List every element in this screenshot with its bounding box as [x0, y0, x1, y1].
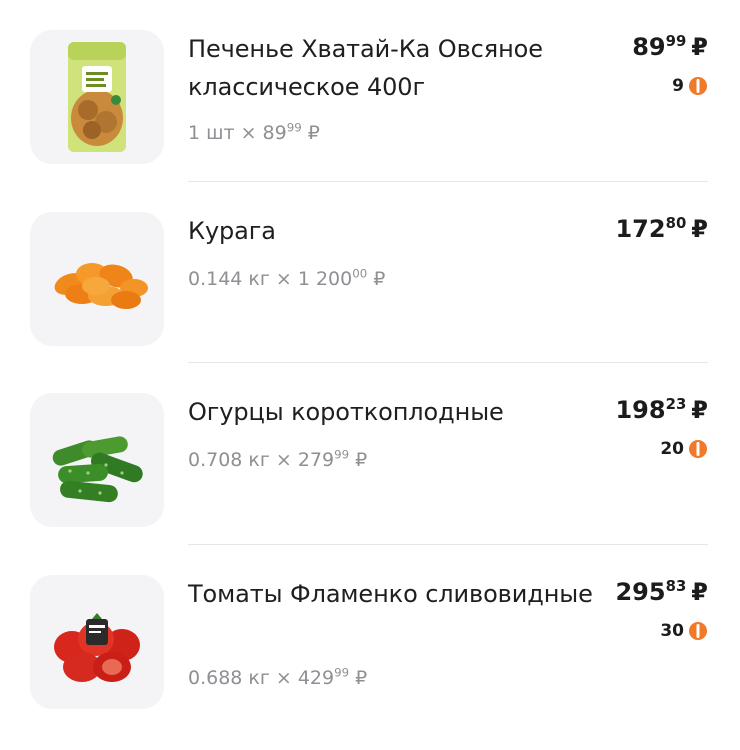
- bonus-coin-icon: [689, 440, 707, 458]
- unit-price-frac: 99: [334, 665, 350, 680]
- currency-sign: ₽: [691, 396, 708, 424]
- currency-sign: ₽: [355, 667, 368, 689]
- cart-item[interactable]: Огурцы короткоплодные 0.708 кг × 27999 ₽ 1…: [0, 363, 740, 545]
- cart-item[interactable]: Печенье Хватай-Ка Овсяное классическое 4…: [0, 0, 740, 182]
- plum-tomatoes-icon: [54, 613, 140, 682]
- quantity-line: 1 шт × 8999 ₽: [188, 122, 320, 144]
- price-int: 295: [615, 578, 666, 606]
- price-frac: 80: [665, 213, 687, 232]
- bonus-coin-icon: [689, 622, 707, 640]
- product-image[interactable]: [30, 212, 164, 346]
- bonus-points: 20: [660, 438, 708, 460]
- currency-sign: ₽: [691, 215, 708, 243]
- item-total-price: 8999 ₽: [632, 33, 708, 61]
- cart-item[interactable]: Курага 0.144 кг × 1 20000 ₽ 17280 ₽: [0, 182, 740, 364]
- price-frac: 83: [665, 576, 687, 595]
- product-name: Томаты Фламенко сливовидные: [188, 580, 593, 608]
- bonus-value: 30: [660, 621, 684, 641]
- times-sign: ×: [275, 667, 292, 689]
- quantity: 0.708 кг: [188, 449, 270, 471]
- quantity: 0.688 кг: [188, 667, 270, 689]
- price-int: 89: [632, 33, 666, 61]
- unit-price-int: 279: [297, 449, 335, 471]
- quantity: 1 шт: [188, 122, 235, 144]
- currency-sign: ₽: [691, 578, 708, 606]
- quantity: 0.144 кг: [188, 268, 270, 290]
- currency-sign: ₽: [691, 33, 708, 61]
- product-name: Курага: [188, 217, 276, 245]
- times-sign: ×: [275, 449, 292, 471]
- product-image[interactable]: [30, 30, 164, 164]
- currency-sign: ₽: [307, 122, 320, 144]
- unit-price-int: 89: [262, 122, 287, 144]
- cart-item[interactable]: Томаты Фламенко сливовидные 0.688 кг × 429…: [0, 545, 740, 727]
- price-frac: 23: [665, 394, 687, 413]
- oat-cookies-pack-icon: [68, 42, 126, 152]
- bonus-value: 20: [660, 439, 684, 459]
- bonus-value: 9: [672, 76, 684, 96]
- product-image[interactable]: [30, 393, 164, 527]
- cucumbers-icon: [52, 436, 143, 503]
- times-sign: ×: [240, 122, 257, 144]
- unit-price-int: 1 200: [297, 268, 353, 290]
- unit-price-frac: 99: [286, 120, 302, 135]
- bonus-points: 30: [660, 620, 708, 642]
- times-sign: ×: [275, 268, 292, 290]
- unit-price-frac: 00: [352, 266, 368, 281]
- quantity-line: 0.144 кг × 1 20000 ₽: [188, 268, 385, 290]
- dried-apricots-icon: [54, 263, 148, 309]
- quantity-line: 0.708 кг × 27999 ₽: [188, 449, 367, 471]
- unit-price-int: 429: [297, 667, 335, 689]
- item-total-price: 17280 ₽: [615, 215, 708, 243]
- currency-sign: ₽: [355, 449, 368, 471]
- product-image[interactable]: [30, 575, 164, 709]
- item-total-price: 19823 ₽: [615, 396, 708, 424]
- bonus-points: 9: [672, 75, 708, 97]
- product-name: Огурцы короткоплодные: [188, 398, 504, 426]
- price-frac: 99: [665, 31, 687, 50]
- bonus-coin-icon: [689, 77, 707, 95]
- price-int: 172: [615, 215, 666, 243]
- item-total-price: 29583 ₽: [615, 578, 708, 606]
- product-name: Печенье Хватай-Ка Овсяное классическое 4…: [188, 35, 543, 101]
- unit-price-frac: 99: [334, 447, 350, 462]
- currency-sign: ₽: [373, 268, 386, 290]
- price-int: 198: [615, 396, 666, 424]
- quantity-line: 0.688 кг × 42999 ₽: [188, 667, 367, 689]
